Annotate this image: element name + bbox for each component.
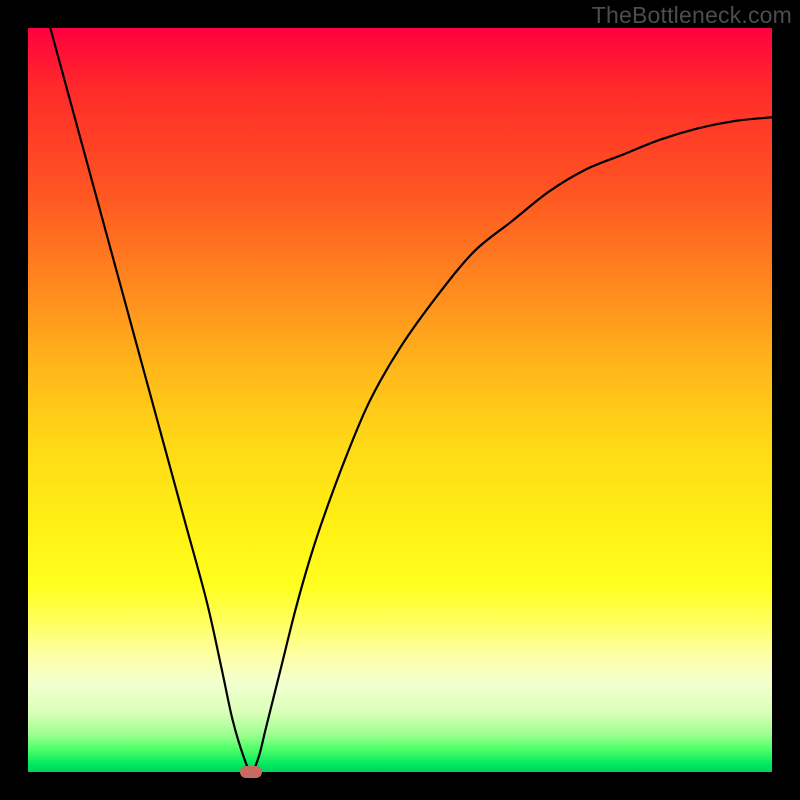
chart-frame: TheBottleneck.com — [0, 0, 800, 800]
curve-svg — [28, 28, 772, 772]
plot-area — [28, 28, 772, 772]
optimal-point-marker — [240, 766, 262, 778]
bottleneck-curve — [50, 28, 772, 772]
watermark-text: TheBottleneck.com — [592, 2, 792, 29]
